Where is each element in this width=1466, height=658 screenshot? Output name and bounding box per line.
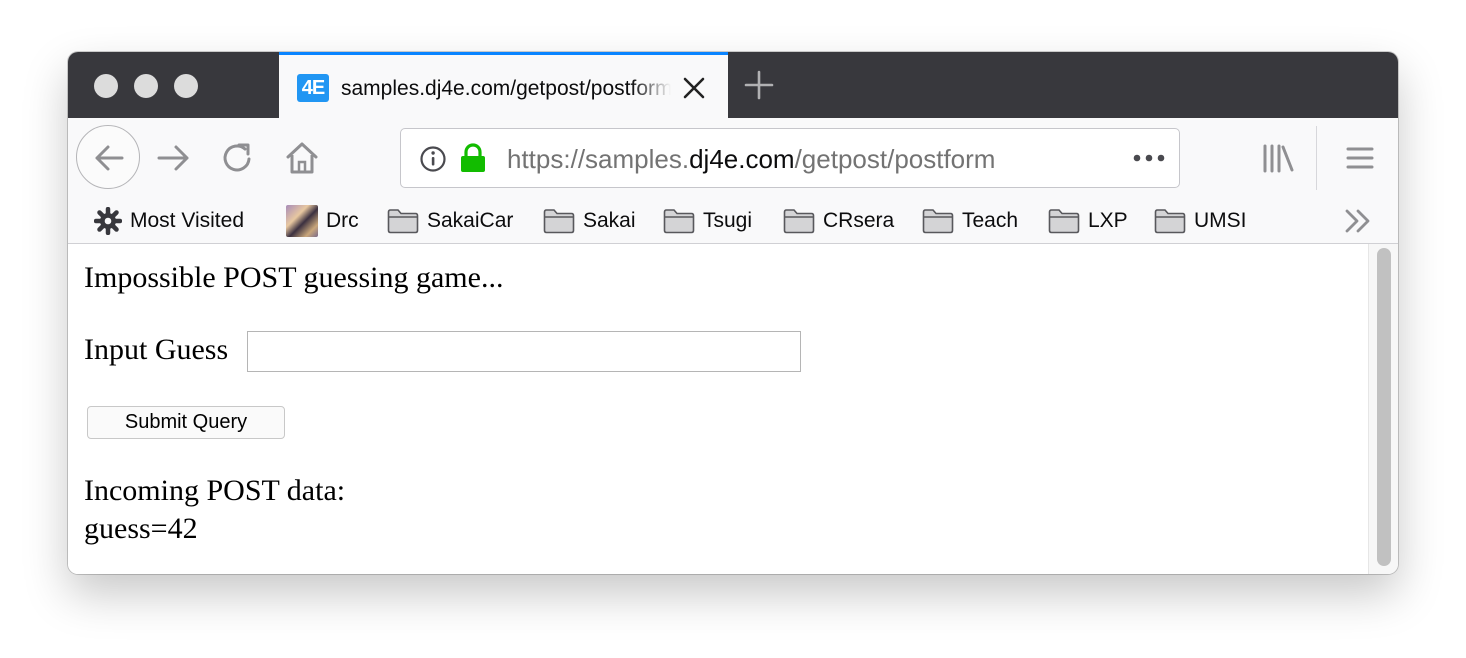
- gear-icon: [94, 207, 122, 235]
- incoming-value: guess=42: [84, 512, 198, 545]
- close-icon[interactable]: [681, 75, 707, 101]
- window-close-dot[interactable]: [94, 74, 118, 98]
- toolbar-separator: [1316, 126, 1317, 190]
- lock-icon[interactable]: [459, 143, 487, 173]
- bookmark-label: CRsera: [823, 209, 895, 232]
- url-bar[interactable]: https://samples.dj4e.com/getpost/postfor…: [400, 128, 1180, 188]
- url-host: dj4e.com: [689, 144, 795, 174]
- window-zoom-dot[interactable]: [174, 74, 198, 98]
- forward-arrow-icon[interactable]: [156, 140, 192, 176]
- bookmark-label: Drc: [326, 209, 359, 232]
- bookmark-folder-crsera[interactable]: CRsera: [783, 198, 894, 244]
- bookmark-folder-lxp[interactable]: LXP: [1048, 198, 1128, 244]
- reload-icon[interactable]: [220, 140, 256, 176]
- page-content: Impossible POST guessing game... Input G…: [68, 244, 1368, 574]
- bookmark-folder-teach[interactable]: Teach: [922, 198, 1018, 244]
- back-arrow-icon: [95, 145, 124, 171]
- folder-icon: [1154, 209, 1186, 234]
- bookmark-label: Sakai: [583, 209, 636, 232]
- incoming-post-data: Incoming POST data: guess=42: [84, 472, 345, 548]
- chevron-double-right-icon[interactable]: [1344, 208, 1372, 234]
- scrollbar-thumb[interactable]: [1377, 248, 1391, 566]
- bookmark-folder-sakaicar[interactable]: SakaiCar: [387, 198, 513, 244]
- vertical-scrollbar[interactable]: [1368, 244, 1398, 574]
- submit-query-button[interactable]: Submit Query: [87, 406, 285, 439]
- folder-icon: [922, 209, 954, 234]
- bookmark-label: SakaiCar: [427, 209, 514, 232]
- bookmark-label: LXP: [1088, 209, 1128, 232]
- bookmark-label: UMSI: [1194, 209, 1247, 232]
- home-icon[interactable]: [284, 140, 320, 176]
- bookmark-label: Most Visited: [130, 209, 244, 232]
- incoming-label: Incoming POST data:: [84, 474, 346, 507]
- more-dots-icon[interactable]: [1131, 148, 1167, 168]
- hamburger-menu-icon[interactable]: [1342, 140, 1378, 176]
- bookmark-drc[interactable]: Drc: [286, 198, 359, 244]
- site-favicon-icon: 4E: [297, 74, 329, 102]
- bookmark-most-visited[interactable]: Most Visited: [94, 198, 244, 244]
- guess-label: Input Guess: [84, 333, 229, 366]
- avatar-icon: [286, 205, 318, 237]
- url-text[interactable]: https://samples.dj4e.com/getpost/postfor…: [507, 142, 995, 176]
- window-minimize-dot[interactable]: [134, 74, 158, 98]
- bookmark-label: Tsugi: [703, 209, 753, 232]
- bookmark-folder-tsugi[interactable]: Tsugi: [663, 198, 752, 244]
- folder-icon: [387, 209, 419, 234]
- bookmark-folder-sakai[interactable]: Sakai: [543, 198, 636, 244]
- tab-title: samples.dj4e.com/getpost/postform: [341, 77, 671, 100]
- tab-active[interactable]: 4E samples.dj4e.com/getpost/postform: [279, 52, 728, 118]
- url-path: /getpost/postform: [794, 144, 996, 174]
- nav-toolbar: https://samples.dj4e.com/getpost/postfor…: [68, 118, 1398, 198]
- url-scheme: https://samples.: [507, 144, 690, 174]
- folder-icon: [1048, 209, 1080, 234]
- browser-window: 4E samples.dj4e.com/getpost/postform htt…: [68, 52, 1398, 574]
- bookmark-label: Teach: [962, 209, 1019, 232]
- guess-input[interactable]: [247, 331, 801, 372]
- folder-icon: [543, 209, 575, 234]
- folder-icon: [783, 209, 815, 234]
- page-heading: Impossible POST guessing game...: [84, 261, 504, 294]
- folder-icon: [663, 209, 695, 234]
- tab-strip: 4E samples.dj4e.com/getpost/postform: [68, 52, 1398, 118]
- bookmark-folder-umsi[interactable]: UMSI: [1154, 198, 1247, 244]
- info-icon[interactable]: [419, 145, 447, 173]
- new-tab-plus-icon[interactable]: [744, 70, 774, 100]
- bookmarks-bar: Most Visited Drc SakaiCar Sakai Tsugi CR…: [68, 198, 1398, 244]
- library-icon[interactable]: [1260, 140, 1296, 176]
- back-button[interactable]: [76, 125, 140, 189]
